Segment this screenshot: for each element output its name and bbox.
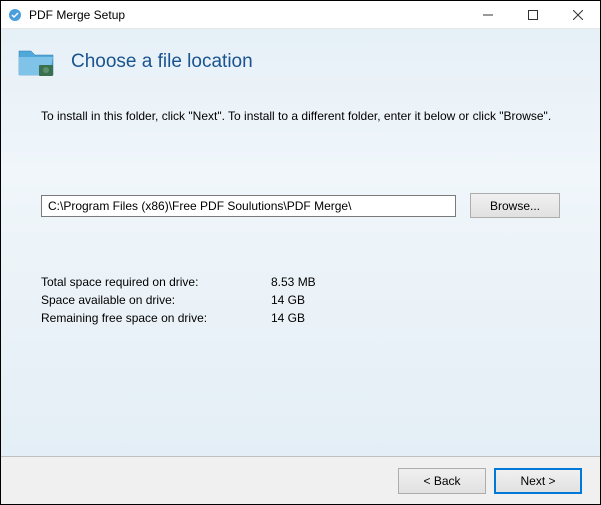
space-available-label: Space available on drive: [41,291,271,309]
space-remaining-row: Remaining free space on drive: 14 GB [41,309,560,327]
space-required-value: 8.53 MB [271,273,316,291]
space-remaining-value: 14 GB [271,309,305,327]
space-info: Total space required on drive: 8.53 MB S… [41,273,560,327]
page-header: Choose a file location [1,29,600,99]
minimize-button[interactable] [465,1,510,28]
window-controls [465,1,600,28]
maximize-button[interactable] [510,1,555,28]
browse-button[interactable]: Browse... [470,193,560,218]
close-button[interactable] [555,1,600,28]
folder-icon [15,41,57,83]
install-path-input[interactable] [41,195,456,217]
installer-window: PDF Merge Setup Choose a fi [0,0,601,505]
space-required-label: Total space required on drive: [41,273,271,291]
page-body: To install in this folder, click "Next".… [1,99,600,456]
page-title: Choose a file location [71,51,253,73]
window-title: PDF Merge Setup [29,8,465,22]
next-button[interactable]: Next > [494,468,582,494]
space-required-row: Total space required on drive: 8.53 MB [41,273,560,291]
app-icon [7,7,23,23]
back-button[interactable]: < Back [398,468,486,494]
titlebar: PDF Merge Setup [1,1,600,29]
instruction-text: To install in this folder, click "Next".… [41,109,560,123]
content-area: Choose a file location To install in thi… [1,29,600,504]
space-available-row: Space available on drive: 14 GB [41,291,560,309]
space-remaining-label: Remaining free space on drive: [41,309,271,327]
footer: < Back Next > [1,456,600,504]
space-available-value: 14 GB [271,291,305,309]
path-row: Browse... [41,193,560,218]
